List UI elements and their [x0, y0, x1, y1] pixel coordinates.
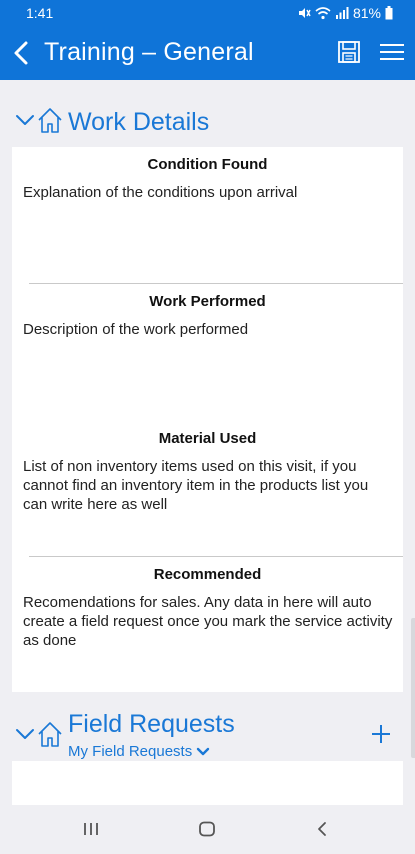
field-requests-filter-dropdown[interactable]: My Field Requests: [68, 743, 210, 760]
battery-icon: [385, 6, 393, 20]
field-label: Recommended: [153, 566, 262, 583]
field-requests-header[interactable]: Field Requests My Field Requests: [0, 706, 415, 762]
home-icon: [38, 108, 62, 133]
battery-percent: 81%: [352, 5, 381, 21]
section-title-work-details: Work Details: [68, 108, 210, 136]
recent-apps-icon[interactable]: [82, 821, 100, 837]
field-value[interactable]: Explanation of the conditions upon arriv…: [23, 183, 395, 202]
filter-label: My Field Requests: [68, 743, 193, 760]
status-time: 1:41: [26, 5, 54, 21]
field-value[interactable]: Recomendations for sales. Any data in he…: [23, 593, 395, 650]
wifi-icon: [315, 7, 331, 20]
field-condition-found[interactable]: Condition Found Explanation of the condi…: [12, 147, 403, 283]
field-recommended[interactable]: Recommended Recomendations for sales. An…: [12, 557, 403, 692]
section-title-field-requests: Field Requests: [68, 710, 235, 738]
menu-icon[interactable]: [378, 41, 406, 63]
page-title: Training – General: [44, 38, 254, 66]
field-value[interactable]: List of non inventory items used on this…: [23, 457, 395, 514]
chevron-down-icon[interactable]: [14, 109, 36, 131]
field-requests-list: [12, 761, 403, 805]
home-button-icon[interactable]: [198, 821, 216, 837]
field-value[interactable]: Description of the work performed: [23, 320, 395, 339]
field-label: Condition Found: [147, 156, 268, 173]
signal-icon: [335, 7, 349, 19]
system-nav-bar: [0, 805, 415, 854]
back-button-icon[interactable]: [314, 821, 330, 837]
chevron-down-icon: [197, 747, 210, 755]
home-icon: [38, 722, 62, 747]
status-icons: 81%: [297, 5, 393, 21]
work-details-card: Condition Found Explanation of the condi…: [12, 147, 403, 692]
add-icon[interactable]: [370, 723, 392, 745]
app-bar: Training – General: [0, 26, 415, 80]
work-details-header[interactable]: Work Details: [0, 102, 415, 142]
field-label: Work Performed: [149, 293, 266, 310]
status-bar: 1:41 81%: [0, 0, 415, 26]
save-icon[interactable]: [337, 40, 361, 64]
field-work-performed[interactable]: Work Performed Description of the work p…: [12, 284, 403, 419]
field-material-used[interactable]: Material Used List of non inventory item…: [12, 420, 403, 556]
mute-icon: [298, 8, 311, 18]
chevron-down-icon[interactable]: [14, 723, 36, 745]
back-arrow-icon[interactable]: [8, 39, 36, 67]
field-label: Material Used: [158, 430, 257, 447]
